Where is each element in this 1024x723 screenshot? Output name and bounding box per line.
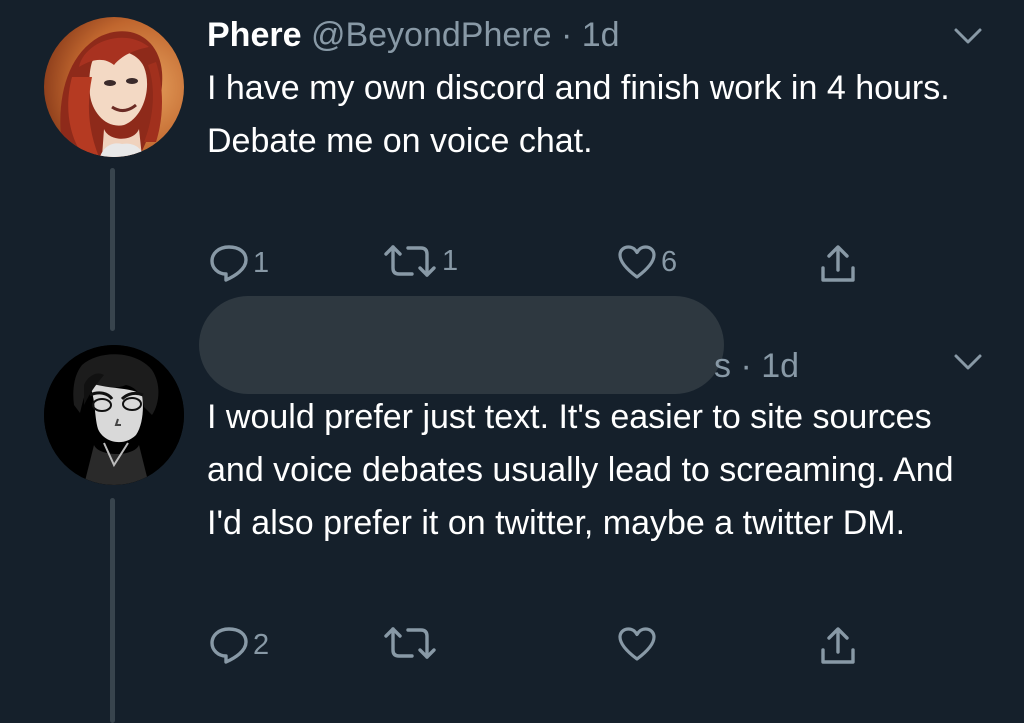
like-count: 6 xyxy=(661,245,678,278)
heart-icon xyxy=(618,245,656,279)
username-handle[interactable]: s xyxy=(714,347,731,385)
reply-count: 1 xyxy=(253,246,270,279)
username-handle[interactable]: @BeyondPhere xyxy=(311,16,552,54)
tweet-text-line: I have my own discord and finish work in… xyxy=(207,69,950,107)
reply-icon xyxy=(210,245,248,282)
share-icon xyxy=(821,627,855,664)
tweet-text-line: Debate me on voice chat. xyxy=(207,122,593,160)
heart-icon xyxy=(618,627,656,661)
tweet-text: I would prefer just text. It's easier to… xyxy=(207,391,967,550)
thread-connector-line xyxy=(110,168,115,331)
reply-count: 2 xyxy=(253,628,270,661)
tweet-text: I have my own discord and finish work in… xyxy=(207,62,987,168)
retweet-button[interactable] xyxy=(382,626,442,660)
tweet-header: Phere @BeyondPhere · 1d xyxy=(207,15,620,55)
avatar[interactable] xyxy=(44,17,184,157)
like-button[interactable]: 6 xyxy=(617,244,677,280)
like-button[interactable] xyxy=(617,626,661,662)
retweet-button[interactable]: 1 xyxy=(382,244,458,278)
chevron-down-icon[interactable] xyxy=(950,350,986,374)
reply-button[interactable]: 1 xyxy=(209,244,269,282)
reply-icon xyxy=(210,627,248,664)
tweet-actions: 2 xyxy=(207,626,867,666)
retweet-icon xyxy=(384,627,436,659)
share-button[interactable] xyxy=(819,244,857,284)
avatar[interactable] xyxy=(44,345,184,485)
share-icon xyxy=(821,245,855,282)
retweet-icon xyxy=(384,245,436,277)
chevron-down-icon[interactable] xyxy=(950,24,986,48)
share-button[interactable] xyxy=(819,626,857,666)
reply-button[interactable]: 2 xyxy=(209,626,269,664)
display-name[interactable]: Phere xyxy=(207,16,302,54)
retweet-count: 1 xyxy=(442,244,459,277)
tweet-header: s · 1d xyxy=(714,346,799,386)
tweet-actions: 1 1 6 xyxy=(207,244,867,284)
tweet-timestamp[interactable]: · 1d xyxy=(740,347,799,385)
tweet-text-body: I would prefer just text. It's easier to… xyxy=(207,398,954,542)
redacted-username-overlay xyxy=(199,296,724,394)
tweet-timestamp[interactable]: · 1d xyxy=(561,16,620,54)
thread-connector-line xyxy=(110,498,115,723)
